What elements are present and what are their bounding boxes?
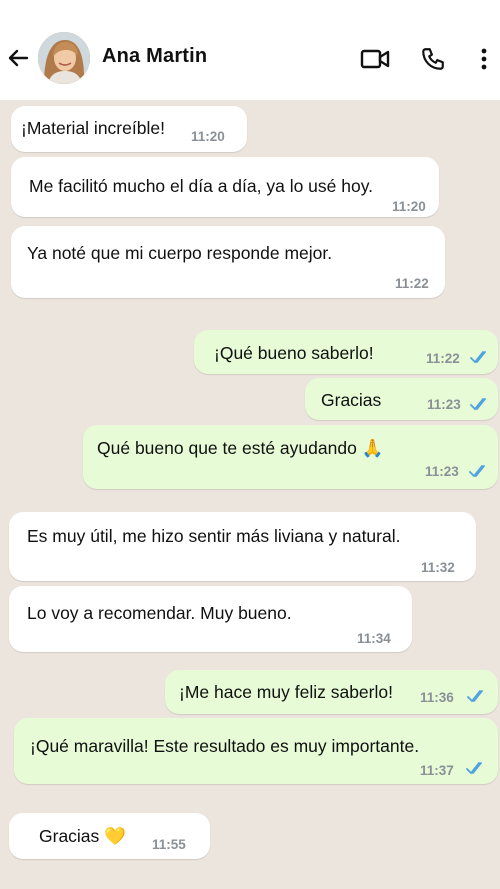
message-time: 11:34 [357, 631, 391, 646]
message-bubble-outgoing[interactable]: Qué bueno que te esté ayudando 🙏 11:23 [83, 425, 498, 489]
menu-button[interactable] [474, 44, 494, 74]
voice-call-button[interactable] [418, 44, 448, 74]
message-time: 11:32 [421, 560, 455, 575]
message-text: ¡Material increíble! [21, 118, 165, 138]
message-bubble-incoming[interactable]: Gracias 💛 11:55 [9, 813, 210, 859]
message-bubble-incoming[interactable]: Lo voy a recomendar. Muy bueno. 11:34 [9, 586, 412, 652]
avatar[interactable] [38, 32, 90, 84]
message-text: Gracias [321, 390, 382, 410]
read-ticks-icon [467, 690, 483, 703]
message-time: 11:22 [426, 351, 460, 366]
message-bubble-incoming[interactable]: Ya noté que mi cuerpo responde mejor. 11… [11, 226, 445, 298]
message-text: Qué bueno que te esté ayudando 🙏 [97, 438, 384, 458]
chat-header: Ana Martin [0, 0, 500, 100]
message-bubble-outgoing[interactable]: ¡Qué maravilla! Este resultado es muy im… [14, 718, 498, 784]
video-camera-icon [360, 49, 390, 69]
message-bubble-outgoing[interactable]: ¡Me hace muy feliz saberlo! 11:36 [165, 670, 498, 714]
message-text: ¡Qué bueno saberlo! [214, 343, 374, 363]
avatar-photo [38, 32, 90, 84]
message-bubble-incoming[interactable]: ¡Material increíble! 11:20 [11, 106, 247, 152]
more-vertical-icon [481, 48, 487, 70]
message-time: 11:22 [395, 276, 429, 291]
message-time: 11:37 [420, 763, 454, 778]
message-text: Ya noté que mi cuerpo responde mejor. [27, 243, 333, 263]
message-time: 11:36 [420, 690, 454, 705]
message-text: Es muy útil, me hizo sentir más liviana … [27, 526, 401, 546]
back-button[interactable] [4, 40, 32, 76]
message-bubble-outgoing[interactable]: ¡Qué bueno saberlo! 11:22 [194, 330, 498, 374]
message-time: 11:23 [425, 464, 459, 479]
message-text: Gracias 💛 [39, 826, 126, 846]
message-text: ¡Me hace muy feliz saberlo! [179, 682, 393, 702]
message-text: ¡Qué maravilla! Este resultado es muy im… [30, 736, 420, 756]
arrow-left-icon [8, 49, 29, 67]
message-bubble-outgoing[interactable]: Gracias 11:23 [305, 378, 498, 420]
message-text: Me facilitó mucho el día a día, ya lo us… [29, 176, 374, 196]
message-time: 11:55 [152, 837, 186, 852]
video-call-button[interactable] [360, 44, 390, 74]
contact-name[interactable]: Ana Martin [102, 45, 207, 68]
message-time: 11:20 [392, 199, 426, 214]
read-ticks-icon [470, 398, 486, 411]
message-bubble-incoming[interactable]: Me facilitó mucho el día a día, ya lo us… [11, 157, 439, 217]
read-ticks-icon [470, 351, 486, 364]
read-ticks-icon [469, 465, 485, 478]
message-time: 11:23 [427, 397, 461, 412]
message-time: 11:20 [191, 129, 225, 144]
message-text: Lo voy a recomendar. Muy bueno. [27, 603, 292, 623]
message-bubble-incoming[interactable]: Es muy útil, me hizo sentir más liviana … [9, 512, 476, 581]
read-ticks-icon [466, 762, 482, 775]
phone-icon [422, 48, 444, 70]
